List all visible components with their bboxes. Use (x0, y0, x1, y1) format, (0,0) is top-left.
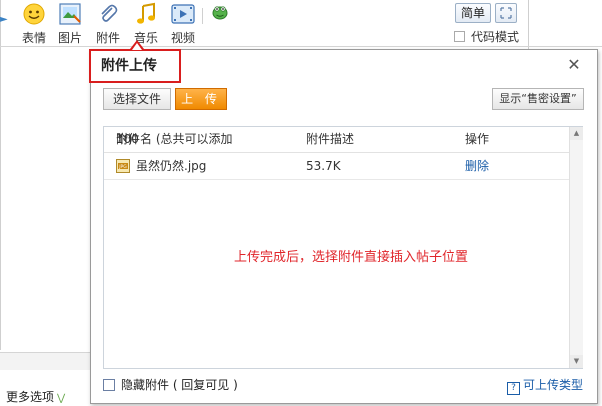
jpg-file-icon: JPG (116, 159, 130, 173)
smiley-icon (23, 3, 45, 25)
video-icon (171, 4, 195, 24)
fullscreen-button[interactable] (495, 3, 517, 23)
file-size: 53.7K (306, 159, 341, 173)
table-row: JPG 虽然仍然.jpg 53.7K 删除 (104, 153, 569, 180)
image-icon (59, 3, 81, 25)
image-label: 图片 (57, 31, 82, 45)
show-setting-button[interactable]: 显示“售密设置” (492, 88, 584, 110)
svg-text:JPG: JPG (118, 164, 127, 170)
column-header-action: 操作 (465, 132, 490, 146)
more-options-link[interactable]: 更多选项 ⋁ (6, 388, 65, 405)
image-button[interactable]: 图片 (52, 2, 88, 46)
delete-link[interactable]: 删除 (465, 153, 489, 179)
file-name: 虽然仍然.jpg (136, 159, 207, 173)
double-chevron-down-icon: ⋁ (57, 393, 66, 404)
emoji-button[interactable]: 表情 (16, 2, 52, 46)
fullscreen-icon (500, 7, 512, 19)
attachment-list: 附件名 (总共可以添加 100 个) 附件描述 操作 JPG 虽然仍然.jpg 53… (103, 126, 583, 369)
scroll-up-icon[interactable]: ▲ (570, 127, 583, 140)
editor-status-strip (0, 353, 95, 370)
code-mode-toggle[interactable]: 代码模式 (454, 28, 519, 45)
upload-button[interactable]: 上 传 (175, 88, 227, 110)
attachment-list-header: 附件名 (总共可以添加 100 个) 附件描述 操作 (104, 127, 569, 153)
simple-mode-button[interactable]: 简单 (455, 3, 491, 23)
attachment-label: 附件 (95, 31, 120, 45)
toolbar-divider (0, 46, 602, 47)
emoji-label: 表情 (21, 31, 46, 45)
callout-pointer-inner (132, 43, 142, 50)
toolbar-separator (202, 8, 203, 24)
upload-types-link[interactable]: ? 可上传类型 (507, 376, 583, 395)
video-label: 视频 (170, 31, 195, 45)
vertical-scrollbar[interactable]: ▲ ▼ (569, 127, 583, 368)
hidden-attachment-checkbox[interactable] (103, 379, 115, 391)
code-mode-label: 代码模式 (471, 30, 520, 44)
expand-arrow-icon[interactable]: ► (0, 14, 8, 25)
upload-types-label: 可上传类型 (523, 378, 584, 392)
column-header-desc: 附件描述 (306, 132, 355, 146)
close-icon[interactable]: ✕ (566, 57, 582, 73)
name-col-suffix: 个) (116, 132, 133, 146)
annotation-text: 上传完成后，选择附件直接插入帖子位置 (234, 250, 469, 265)
hidden-attachment-option[interactable]: 隐藏附件 ( 回复可见 ) (103, 376, 238, 393)
attachment-upload-dialog: 附件上传 ✕ 选择文件 上 传 显示“售密设置” 附件名 (总共可以添加 100 个… (89, 49, 598, 404)
hidden-attachment-label: 隐藏附件 ( 回复可见 ) (121, 378, 238, 392)
more-options-label: 更多选项 (6, 390, 55, 404)
help-icon: ? (507, 382, 520, 395)
editor-left-border (0, 0, 1, 350)
video-button[interactable]: 视频 (165, 2, 201, 46)
frog-emoticon-icon[interactable] (212, 4, 228, 20)
dialog-title: 附件上传 (89, 49, 181, 83)
select-file-button[interactable]: 选择文件 (103, 88, 171, 110)
code-mode-checkbox[interactable] (454, 31, 465, 42)
paperclip-icon (101, 4, 118, 22)
scroll-down-icon[interactable]: ▼ (570, 355, 583, 368)
attachment-button[interactable]: 附件 (90, 2, 126, 46)
music-icon (137, 2, 155, 24)
